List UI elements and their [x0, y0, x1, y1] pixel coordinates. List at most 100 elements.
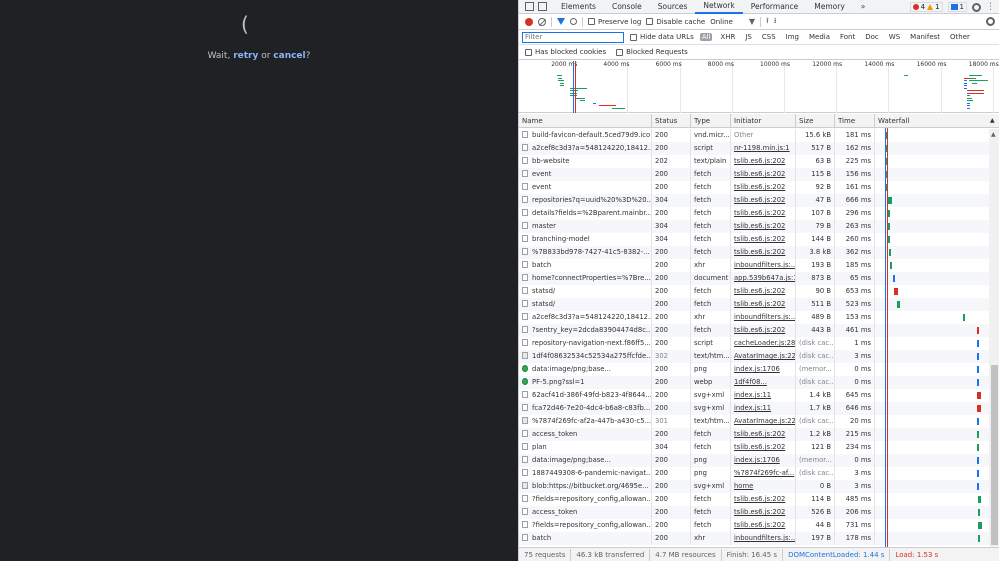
cell-initiator[interactable]: tslib.es6.js:202 [731, 298, 796, 311]
cell-initiator[interactable]: tslib.es6.js:202 [731, 168, 796, 181]
search-icon[interactable] [570, 18, 577, 25]
cell-initiator[interactable]: 1df4f08... [731, 376, 796, 389]
device-toolbar-icon[interactable] [538, 2, 547, 11]
messages-badge[interactable]: 1 [947, 2, 967, 12]
cell-initiator[interactable]: inboundfilters.js:... [731, 311, 796, 324]
preserve-log-checkbox[interactable]: Preserve log [588, 18, 641, 26]
type-filter-img[interactable]: Img [784, 33, 801, 41]
table-row[interactable]: home?connectProperties=%7Bre... 200 docume… [519, 272, 989, 285]
inspect-element-icon[interactable] [525, 2, 534, 11]
table-row[interactable]: details?fields=%2Bparent.mainbr... 200 fet… [519, 207, 989, 220]
column-header-waterfall[interactable]: Waterfall [875, 114, 989, 128]
type-filter-js[interactable]: JS [743, 33, 754, 41]
table-row[interactable]: statsd/200 fetch tslib.es6.js:202 90 B 653 m… [519, 285, 989, 298]
disable-cache-box[interactable] [646, 18, 654, 25]
column-header-status[interactable]: Status [652, 114, 691, 128]
table-row[interactable]: 1df4f08632534c52534a275ffcfde... 302 text/… [519, 350, 989, 363]
table-row[interactable]: bb-website 202 text/plain tslib.es6.js:202 6… [519, 155, 989, 168]
timeline-overview[interactable]: 2000 ms 4000 ms 6000 ms 8000 ms 10000 ms 1200… [519, 61, 999, 113]
tab-sources[interactable]: Sources [650, 0, 696, 14]
type-filter-xhr[interactable]: XHR [718, 33, 737, 41]
table-row[interactable]: ?fields=repository_config,allowan... 200 f… [519, 519, 989, 532]
type-filter-doc[interactable]: Doc [863, 33, 881, 41]
cell-initiator[interactable]: index.js:1706 [731, 454, 796, 467]
cell-initiator[interactable]: tslib.es6.js:202 [731, 220, 796, 233]
table-row[interactable]: batch 200 xhr inboundfilters.js:... 193 B 185… [519, 259, 989, 272]
cell-initiator[interactable]: AvatarImage.js:22 [731, 415, 796, 428]
cancel-link[interactable]: cancel [273, 51, 305, 61]
cell-initiator[interactable]: tslib.es6.js:202 [731, 441, 796, 454]
throttling-select[interactable]: Online ▼ [710, 17, 755, 26]
filter-icon[interactable] [557, 18, 565, 25]
table-row[interactable]: master 304 fetch tslib.es6.js:202 79 B 263 ms [519, 220, 989, 233]
scroll-up-icon[interactable]: ▲ [991, 131, 996, 138]
table-row[interactable]: branching-model 304 fetch tslib.es6.js:202 1… [519, 233, 989, 246]
issues-badge[interactable]: 4 1 [909, 2, 943, 12]
hide-data-urls-checkbox[interactable]: Hide data URLs [630, 33, 694, 41]
cell-initiator[interactable]: tslib.es6.js:202 [731, 428, 796, 441]
table-row[interactable]: repositories?q=uuid%20%3D%20... 304 fetch t… [519, 194, 989, 207]
cell-initiator[interactable]: AvatarImage.js:22 [731, 350, 796, 363]
cell-initiator[interactable]: index.js:11 [731, 389, 796, 402]
export-har-icon[interactable]: ⭳ [774, 15, 777, 29]
table-row[interactable]: %7B833bd978-7427-41c5-8382-... 200 fetch ts… [519, 246, 989, 259]
column-header-size[interactable]: Size [796, 114, 835, 128]
table-row[interactable]: PF-5.png?ssl=1 200 webp 1df4f08... (disk cac… [519, 376, 989, 389]
cell-initiator[interactable]: tslib.es6.js:202 [731, 233, 796, 246]
cell-initiator[interactable]: tslib.es6.js:202 [731, 181, 796, 194]
cell-initiator[interactable]: nr-1198.min.js:1 [731, 142, 796, 155]
cell-initiator[interactable]: app.539b647a.js:1 [731, 272, 796, 285]
network-settings-gear-icon[interactable] [986, 17, 995, 26]
type-filter-ws[interactable]: WS [887, 33, 902, 41]
type-filter-font[interactable]: Font [838, 33, 857, 41]
table-row[interactable]: ?sentry_key=2dcda83904474d8c... 200 fetch t… [519, 324, 989, 337]
more-options-icon[interactable]: ⋮ [986, 2, 995, 12]
table-row[interactable]: 62acf41d-386f-49fd-b823-4f8644... 200 svg+… [519, 389, 989, 402]
cell-initiator[interactable]: tslib.es6.js:202 [731, 155, 796, 168]
table-row[interactable]: %7874f269fc-af2a-447b-a430-c5... 301 text/… [519, 415, 989, 428]
cell-initiator[interactable]: tslib.es6.js:202 [731, 493, 796, 506]
table-row[interactable]: event 200 fetch tslib.es6.js:202 115 B 156 ms [519, 168, 989, 181]
table-row[interactable]: statsd/200 fetch tslib.es6.js:202 511 B 523 … [519, 298, 989, 311]
sort-ascending-icon[interactable]: ▲ [987, 114, 999, 128]
tab-console[interactable]: Console [604, 0, 650, 14]
tab-memory[interactable]: Memory [806, 0, 853, 14]
type-filter-css[interactable]: CSS [760, 33, 778, 41]
settings-gear-icon[interactable] [972, 2, 981, 12]
table-row[interactable]: blob:https://bitbucket.org/4695e... 200 sv… [519, 480, 989, 493]
cell-initiator[interactable]: index.js:1706 [731, 363, 796, 376]
table-row[interactable]: build-favicon-default.5ced79d9.ico 200 vnd… [519, 129, 989, 142]
table-row[interactable]: batch 200 xhr inboundfilters.js:... 197 B 178… [519, 532, 989, 545]
has-blocked-cookies-box[interactable] [525, 48, 532, 56]
cell-initiator[interactable]: tslib.es6.js:202 [731, 207, 796, 220]
scrollbar-thumb[interactable] [991, 365, 998, 545]
blocked-requests-box[interactable] [616, 48, 624, 56]
table-row[interactable]: event 200 fetch tslib.es6.js:202 92 B 161 ms [519, 181, 989, 194]
cell-initiator[interactable]: index.js:11 [731, 402, 796, 415]
import-har-icon[interactable]: ⭱ [766, 15, 769, 29]
table-row[interactable]: a2cef8c3d3?a=548124220,18412... 200 script… [519, 142, 989, 155]
table-row[interactable]: 1887449308-6-pandemic-navigat... 200 png %7… [519, 467, 989, 480]
cell-initiator[interactable]: tslib.es6.js:202 [731, 519, 796, 532]
table-row[interactable]: data:image/png;base... 200 png index.js:170… [519, 454, 989, 467]
column-header-name[interactable]: Name [519, 114, 652, 128]
more-tabs-icon[interactable]: » [853, 0, 874, 14]
cell-initiator[interactable]: inboundfilters.js:... [731, 259, 796, 272]
table-row[interactable]: plan 304 fetch tslib.es6.js:202 121 B 234 ms [519, 441, 989, 454]
record-icon[interactable] [525, 17, 533, 26]
preserve-log-box[interactable] [588, 18, 595, 25]
tab-performance[interactable]: Performance [743, 0, 807, 14]
table-row[interactable]: ?fields=repository_config,allowan... 200 f… [519, 493, 989, 506]
cell-initiator[interactable]: tslib.es6.js:202 [731, 506, 796, 519]
table-row[interactable]: repository-navigation-next.f86ff5... 200 s… [519, 337, 989, 350]
cell-initiator[interactable]: cacheLoader.js:28 [731, 337, 796, 350]
blocked-requests-checkbox[interactable]: Blocked Requests [616, 48, 688, 56]
table-row[interactable]: data:image/png;base... 200 png index.js:170… [519, 363, 989, 376]
tab-network[interactable]: Network [695, 0, 743, 14]
cell-initiator[interactable]: tslib.es6.js:202 [731, 194, 796, 207]
type-filter-media[interactable]: Media [807, 33, 832, 41]
cell-initiator[interactable]: tslib.es6.js:202 [731, 246, 796, 259]
cell-initiator[interactable]: %7874f269fc-af... [731, 467, 796, 480]
cell-initiator[interactable]: inboundfilters.js:... [731, 532, 796, 545]
tab-elements[interactable]: Elements [553, 0, 604, 14]
